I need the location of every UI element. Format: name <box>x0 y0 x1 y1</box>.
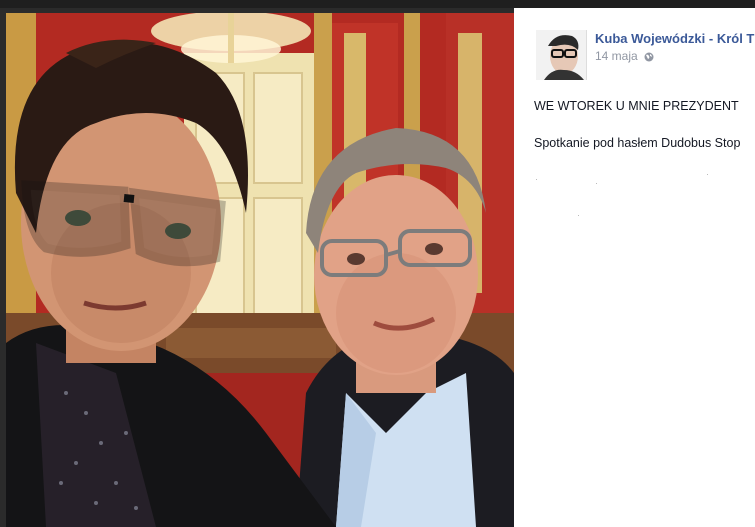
text-speck <box>536 179 537 180</box>
text-speck <box>596 183 597 184</box>
post-photo[interactable] <box>6 13 514 527</box>
author-avatar[interactable] <box>536 30 587 80</box>
text-speck <box>707 174 708 175</box>
author-name-link[interactable]: Kuba Wojewódzki - Król T <box>595 31 754 46</box>
text-speck <box>578 215 579 216</box>
post-meta: 14 maja <box>595 49 654 63</box>
selfie-image <box>6 13 514 527</box>
post-text-line-2: Spotkanie pod hasłem Dudobus Stop <box>534 136 741 150</box>
post-date-link[interactable]: 14 maja <box>595 49 638 63</box>
post-text-line-1: WE WTOREK U MNIE PREZYDENT <box>534 99 739 113</box>
globe-icon[interactable] <box>644 51 654 62</box>
window-top-strip <box>0 0 755 8</box>
post-panel: Kuba Wojewódzki - Król T 14 maja WE WTOR… <box>514 8 755 527</box>
